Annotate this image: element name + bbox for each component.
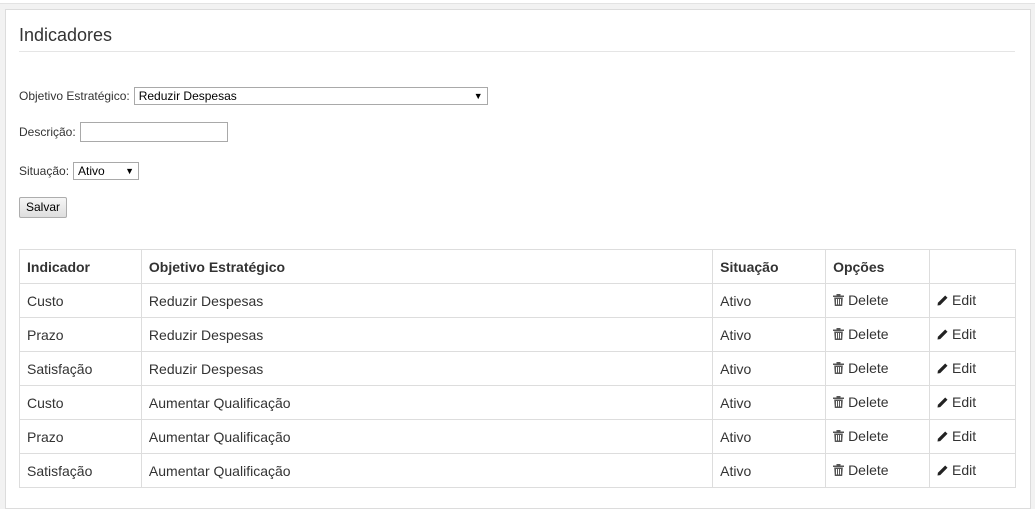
delete-label: Delete [848, 292, 889, 308]
edit-label: Edit [952, 292, 977, 309]
delete-button[interactable]: Delete [833, 428, 889, 444]
table-row: Custo Aumentar Qualificação Ativo Delete [19, 385, 1016, 420]
edit-button[interactable]: Edit [937, 292, 976, 308]
cell-objetivo: Reduzir Despesas [140, 351, 714, 386]
objetivo-select[interactable]: Reduzir Despesas ▼ [133, 87, 488, 105]
indicators-table: Indicador Objetivo Estratégico Situação … [19, 249, 1016, 488]
cell-indicador: Satisfação [19, 453, 142, 488]
trash-icon [833, 396, 845, 408]
cell-situacao: Ativo [712, 453, 827, 488]
edit-label: Edit [952, 326, 977, 343]
trash-icon [833, 328, 845, 340]
top-border [0, 0, 1035, 4]
edit-label: Edit [952, 360, 977, 377]
pencil-icon [937, 397, 948, 408]
header-situacao: Situação [712, 249, 827, 284]
descricao-row: Descrição: [19, 122, 228, 142]
delete-label: Delete [848, 428, 889, 444]
objetivo-label: Objetivo Estratégico: [19, 89, 130, 103]
delete-button[interactable]: Delete [833, 360, 889, 376]
trash-icon [833, 362, 845, 374]
cell-delete: Delete [825, 419, 930, 454]
edit-label: Edit [952, 394, 977, 411]
pencil-icon [937, 465, 948, 476]
table-row: Prazo Reduzir Despesas Ativo Delete Edit [19, 317, 1016, 352]
cell-situacao: Ativo [712, 317, 827, 352]
dropdown-arrow-icon: ▼ [473, 91, 483, 101]
delete-label: Delete [848, 360, 889, 376]
pencil-icon [937, 431, 948, 442]
dropdown-arrow-icon: ▼ [125, 166, 135, 176]
cell-delete: Delete [825, 453, 930, 488]
delete-label: Delete [848, 462, 889, 478]
trash-icon [833, 430, 845, 442]
delete-button[interactable]: Delete [833, 326, 889, 342]
table-row: Satisfação Reduzir Despesas Ativo Delete [19, 351, 1016, 386]
cell-indicador: Satisfação [19, 351, 142, 386]
header-opcoes-extra [929, 249, 1016, 284]
cell-edit: Edit [929, 317, 1016, 352]
cell-delete: Delete [825, 385, 930, 420]
delete-label: Delete [848, 394, 889, 410]
cell-situacao: Ativo [712, 283, 827, 318]
table-header-row: Indicador Objetivo Estratégico Situação … [19, 249, 1016, 284]
edit-button[interactable]: Edit [937, 326, 976, 342]
header-opcoes: Opções [825, 249, 930, 284]
table-row: Satisfação Aumentar Qualificação Ativo D… [19, 453, 1016, 488]
descricao-input[interactable] [79, 122, 228, 142]
cell-delete: Delete [825, 317, 930, 352]
cell-delete: Delete [825, 283, 930, 318]
edit-label: Edit [952, 462, 977, 479]
table-row: Prazo Aumentar Qualificação Ativo Delete [19, 419, 1016, 454]
cell-delete: Delete [825, 351, 930, 386]
cell-objetivo: Aumentar Qualificação [140, 385, 714, 420]
trash-icon [833, 294, 845, 306]
edit-button[interactable]: Edit [937, 394, 976, 410]
cell-indicador: Prazo [19, 317, 142, 352]
cell-situacao: Ativo [712, 385, 827, 420]
situacao-select[interactable]: Ativo ▼ [73, 162, 140, 180]
table-row: Custo Reduzir Despesas Ativo Delete Edit [19, 283, 1016, 318]
cell-objetivo: Reduzir Despesas [140, 283, 714, 318]
descricao-label: Descrição: [19, 125, 76, 139]
edit-label: Edit [952, 428, 977, 445]
pencil-icon [937, 295, 948, 306]
save-button[interactable]: Salvar [19, 197, 68, 218]
delete-label: Delete [848, 326, 889, 342]
cell-objetivo: Aumentar Qualificação [140, 453, 714, 488]
cell-indicador: Custo [19, 385, 142, 420]
edit-button[interactable]: Edit [937, 462, 976, 478]
cell-situacao: Ativo [712, 351, 827, 386]
pencil-icon [937, 329, 948, 340]
delete-button[interactable]: Delete [833, 462, 889, 478]
delete-button[interactable]: Delete [833, 394, 889, 410]
header-indicador: Indicador [19, 249, 142, 284]
cell-edit: Edit [929, 351, 1016, 386]
cell-situacao: Ativo [712, 419, 827, 454]
objetivo-select-value: Reduzir Despesas [138, 89, 237, 103]
edit-button[interactable]: Edit [937, 428, 976, 444]
header-objetivo: Objetivo Estratégico [140, 249, 714, 284]
cell-edit: Edit [929, 419, 1016, 454]
page-title: Indicadores [19, 24, 1015, 52]
objetivo-row: Objetivo Estratégico: Reduzir Despesas ▼ [19, 87, 488, 105]
cell-objetivo: Aumentar Qualificação [140, 419, 714, 454]
situacao-select-value: Ativo [78, 164, 105, 178]
trash-icon [833, 464, 845, 476]
cell-edit: Edit [929, 385, 1016, 420]
situacao-label: Situação: [19, 164, 70, 178]
cell-indicador: Custo [19, 283, 142, 318]
cell-edit: Edit [929, 453, 1016, 488]
delete-button[interactable]: Delete [833, 292, 889, 308]
cell-objetivo: Reduzir Despesas [140, 317, 714, 352]
cell-edit: Edit [929, 283, 1016, 318]
edit-button[interactable]: Edit [937, 360, 976, 376]
main-panel: Indicadores Objetivo Estratégico: Reduzi… [5, 9, 1031, 509]
situacao-row: Situação: Ativo ▼ [19, 162, 140, 180]
pencil-icon [937, 363, 948, 374]
cell-indicador: Prazo [19, 419, 142, 454]
